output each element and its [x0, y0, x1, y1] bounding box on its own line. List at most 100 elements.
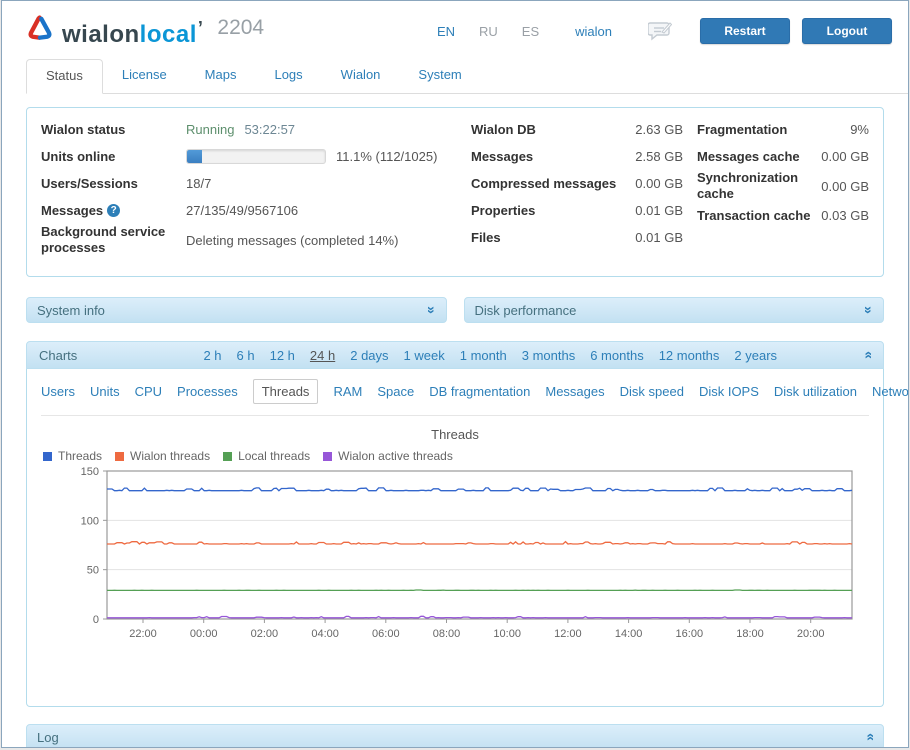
disk-performance-panel-header[interactable]: Disk performance »	[464, 297, 885, 323]
status-value: 0.00 GB	[821, 179, 869, 194]
svg-text:0: 0	[93, 614, 99, 626]
chart-tab-processes[interactable]: Processes	[177, 384, 238, 399]
chart-tab-cpu[interactable]: CPU	[135, 384, 162, 399]
legend-swatch-icon	[43, 452, 52, 461]
range-24-h[interactable]: 24 h	[310, 348, 335, 363]
tab-maps[interactable]: Maps	[186, 59, 256, 93]
svg-text:150: 150	[81, 466, 99, 478]
chart-tab-network-speed[interactable]: Network speed	[872, 384, 909, 399]
chart-tab-users[interactable]: Users	[41, 384, 75, 399]
status-label: Transaction cache	[697, 208, 821, 224]
status-value: 0.03 GB	[821, 208, 869, 223]
units-online-progress: 11.1% (112/1025)	[186, 149, 457, 164]
range-6-h[interactable]: 6 h	[237, 348, 255, 363]
status-value: 2.63 GB	[635, 122, 683, 137]
charts-panel-header[interactable]: Charts 2 h 6 h 12 h 24 h 2 days 1 week 1 month…	[26, 341, 884, 369]
language-es[interactable]: ES	[522, 24, 539, 39]
header-right: EN RU ES wialon Restart Logout	[437, 18, 892, 44]
status-column-left: Wialon statusRunning53:22:57Units online…	[41, 116, 457, 264]
status-label: Messages?	[41, 203, 186, 219]
time-range-selector: 2 h 6 h 12 h 24 h 2 days 1 week 1 month 3 month…	[117, 348, 863, 363]
status-row-synchronization-cache: Synchronization cache0.00 GB	[697, 170, 869, 202]
status-row-messages: Messages2.58 GB	[471, 143, 683, 170]
status-row-messages-cache: Messages cache0.00 GB	[697, 143, 869, 170]
status-label: Fragmentation	[697, 122, 850, 138]
wialon-running-state: Running	[186, 122, 234, 137]
progress-track	[186, 149, 326, 164]
wialon-logo: wialonlocal’ 2204	[26, 14, 264, 49]
current-user-link[interactable]: wialon	[575, 24, 612, 39]
language-en[interactable]: EN	[437, 24, 455, 39]
main-tabs: StatusLicenseMapsLogsWialonSystem	[26, 59, 908, 94]
status-label: Messages cache	[697, 149, 821, 165]
range-1-week[interactable]: 1 week	[404, 348, 445, 363]
charts-title: Charts	[39, 348, 77, 363]
logout-button[interactable]: Logout	[802, 18, 892, 44]
chevron-up-icon[interactable]: »	[860, 351, 874, 359]
status-value: 0.00 GB	[821, 149, 869, 164]
range-6-months[interactable]: 6 months	[590, 348, 643, 363]
system-info-title: System info	[37, 303, 105, 318]
tab-status[interactable]: Status	[26, 59, 103, 94]
range-12-h[interactable]: 12 h	[270, 348, 295, 363]
range-2-years[interactable]: 2 years	[734, 348, 777, 363]
range-12-months[interactable]: 12 months	[659, 348, 720, 363]
legend-swatch-icon	[323, 452, 332, 461]
legend-swatch-icon	[223, 452, 232, 461]
chart-plot-area: 05010015022:0000:0002:0004:0006:0008:001…	[57, 465, 869, 650]
chevron-up-icon[interactable]: »	[862, 733, 876, 741]
svg-text:50: 50	[87, 565, 99, 577]
log-title: Log	[37, 730, 59, 745]
chevron-down-icon[interactable]: »	[425, 306, 439, 314]
status-row-wialon-db: Wialon DB2.63 GB	[471, 116, 683, 143]
svg-text:100: 100	[81, 515, 99, 527]
chart-tab-disk-utilization[interactable]: Disk utilization	[774, 384, 857, 399]
chevron-down-icon[interactable]: »	[862, 306, 876, 314]
help-icon[interactable]: ?	[107, 204, 120, 217]
restart-button[interactable]: Restart	[700, 18, 790, 44]
range-1-month[interactable]: 1 month	[460, 348, 507, 363]
chart-tab-disk-iops[interactable]: Disk IOPS	[699, 384, 759, 399]
tab-system[interactable]: System	[399, 59, 480, 93]
svg-text:04:00: 04:00	[311, 628, 339, 640]
chart-tab-threads[interactable]: Threads	[253, 379, 319, 404]
progress-text: 11.1% (112/1025)	[336, 149, 437, 164]
status-column-middle: Wialon DB2.63 GBMessages2.58 GBCompresse…	[471, 116, 683, 264]
system-info-panel-header[interactable]: System info »	[26, 297, 447, 323]
svg-text:20:00: 20:00	[797, 628, 825, 640]
chart-tab-messages[interactable]: Messages	[545, 384, 604, 399]
legend-swatch-icon	[115, 452, 124, 461]
progress-fill	[187, 150, 202, 163]
range-2-h[interactable]: 2 h	[203, 348, 221, 363]
svg-text:08:00: 08:00	[433, 628, 461, 640]
status-row-transaction-cache: Transaction cache0.03 GB	[697, 202, 869, 229]
chart-tab-space[interactable]: Space	[377, 384, 414, 399]
threads-line-chart: 05010015022:0000:0002:0004:0006:0008:001…	[57, 465, 864, 647]
legend-label: Wialon threads	[130, 449, 210, 463]
wialon-uptime: 53:22:57	[244, 122, 295, 137]
chart-legend: ThreadsWialon threadsLocal threadsWialon…	[43, 449, 869, 463]
chat-icon[interactable]	[648, 21, 672, 41]
status-row-files: Files0.01 GB	[471, 224, 683, 251]
brand-text: wialonlocal’	[62, 14, 203, 49]
chart-tab-disk-speed[interactable]: Disk speed	[620, 384, 684, 399]
range-2-days[interactable]: 2 days	[350, 348, 388, 363]
status-value: Running 53:22:57	[186, 122, 457, 137]
status-value: 0.01 GB	[635, 230, 683, 245]
status-value: 18/7	[186, 176, 457, 191]
chart-tab-units[interactable]: Units	[90, 384, 120, 399]
chart-type-tabs: Users Units CPU Processes Threads RAM Space DB …	[41, 369, 869, 416]
range-3-months[interactable]: 3 months	[522, 348, 575, 363]
language-ru[interactable]: RU	[479, 24, 498, 39]
tab-wialon[interactable]: Wialon	[322, 59, 400, 93]
status-label: Properties	[471, 203, 635, 219]
chart-tab-ram[interactable]: RAM	[333, 384, 362, 399]
status-row-wialon-status: Wialon statusRunning53:22:57	[41, 116, 457, 143]
tab-license[interactable]: License	[103, 59, 186, 93]
chart-tab-db-fragmentation[interactable]: DB fragmentation	[429, 384, 530, 399]
tab-logs[interactable]: Logs	[255, 59, 321, 93]
language-switcher: EN RU ES	[437, 24, 539, 39]
status-value: Deleting messages (completed 14%)	[186, 233, 457, 248]
log-panel-header[interactable]: Log »	[26, 724, 884, 748]
svg-text:06:00: 06:00	[372, 628, 400, 640]
